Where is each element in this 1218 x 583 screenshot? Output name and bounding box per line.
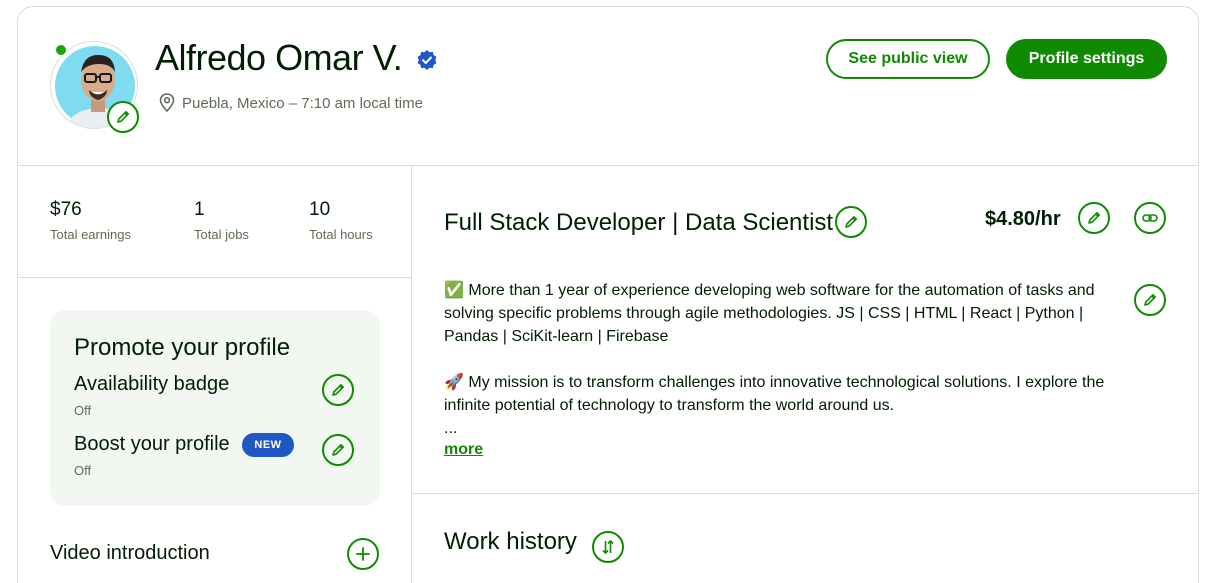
see-public-view-button[interactable]: See public view	[826, 39, 990, 79]
add-video-button[interactable]	[347, 538, 379, 570]
availability-badge-title: Availability badge	[74, 373, 230, 395]
stat-label: Total earnings	[50, 227, 131, 242]
online-status-dot	[55, 44, 67, 56]
stat-total-earnings: $76 Total earnings	[50, 199, 131, 242]
stat-label: Total hours	[309, 227, 373, 242]
location-pin-icon	[159, 93, 175, 113]
stat-value: 1	[194, 199, 205, 220]
description-paragraph: 🚀 My mission is to transform challenges …	[444, 374, 1105, 414]
edit-rate-button[interactable]	[1078, 202, 1110, 234]
pencil-icon	[845, 216, 857, 228]
promote-title: Promote your profile	[74, 334, 291, 361]
description-paragraph: ✅ More than 1 year of experience develop…	[444, 282, 1095, 345]
pencil-icon	[1088, 212, 1100, 224]
left-sidebar: $76 Total earnings 1 Total jobs 10 Total…	[18, 166, 412, 583]
promote-profile-panel: Promote your profile Availability badge …	[50, 310, 380, 506]
description-ellipsis: ...	[444, 420, 458, 437]
stat-total-jobs: 1 Total jobs	[194, 199, 249, 242]
new-badge: NEW	[242, 433, 294, 457]
profile-title: Full Stack Developer | Data Scientist	[444, 209, 834, 236]
availability-badge-status: Off	[74, 403, 92, 418]
profile-header: Alfredo Omar V. Puebla, Mexico – 7:10 am…	[18, 7, 1198, 166]
stat-total-hours: 10 Total hours	[309, 199, 373, 242]
main-content: Full Stack Developer | Data Scientist $4…	[412, 166, 1198, 583]
more-link[interactable]: more	[444, 441, 483, 459]
profile-description: ✅ More than 1 year of experience develop…	[444, 279, 1134, 440]
profile-settings-button[interactable]: Profile settings	[1006, 39, 1167, 79]
profile-name: Alfredo Omar V.	[155, 37, 403, 78]
stats-section: $76 Total earnings 1 Total jobs 10 Total…	[18, 166, 412, 278]
pencil-icon	[117, 111, 129, 123]
section-divider	[412, 493, 1198, 494]
pencil-icon	[332, 444, 344, 456]
sort-arrows-icon	[602, 540, 614, 554]
sort-work-history-button[interactable]	[592, 531, 624, 563]
edit-photo-button[interactable]	[107, 101, 139, 133]
edit-description-button[interactable]	[1134, 284, 1166, 316]
edit-availability-button[interactable]	[322, 374, 354, 406]
edit-title-button[interactable]	[835, 206, 867, 238]
profile-card: Alfredo Omar V. Puebla, Mexico – 7:10 am…	[17, 6, 1199, 583]
boost-profile-title: Boost your profile	[74, 433, 230, 455]
stat-value: $76	[50, 199, 82, 220]
pencil-icon	[332, 384, 344, 396]
boost-profile-status: Off	[74, 463, 92, 478]
plus-icon	[356, 547, 370, 561]
location-line: Puebla, Mexico – 7:10 am local time	[158, 93, 423, 113]
verified-badge-icon	[417, 50, 437, 70]
pencil-icon	[1144, 294, 1156, 306]
link-icon	[1142, 214, 1158, 222]
stat-value: 10	[309, 199, 331, 220]
stat-label: Total jobs	[194, 227, 249, 242]
work-history-title: Work history	[444, 528, 577, 555]
copy-link-button[interactable]	[1134, 202, 1166, 234]
video-introduction-title: Video introduction	[50, 542, 210, 564]
avatar-container	[50, 41, 139, 133]
location-text: Puebla, Mexico – 7:10 am local time	[182, 94, 423, 112]
edit-boost-button[interactable]	[322, 434, 354, 466]
hourly-rate: $4.80/hr	[985, 208, 1061, 230]
